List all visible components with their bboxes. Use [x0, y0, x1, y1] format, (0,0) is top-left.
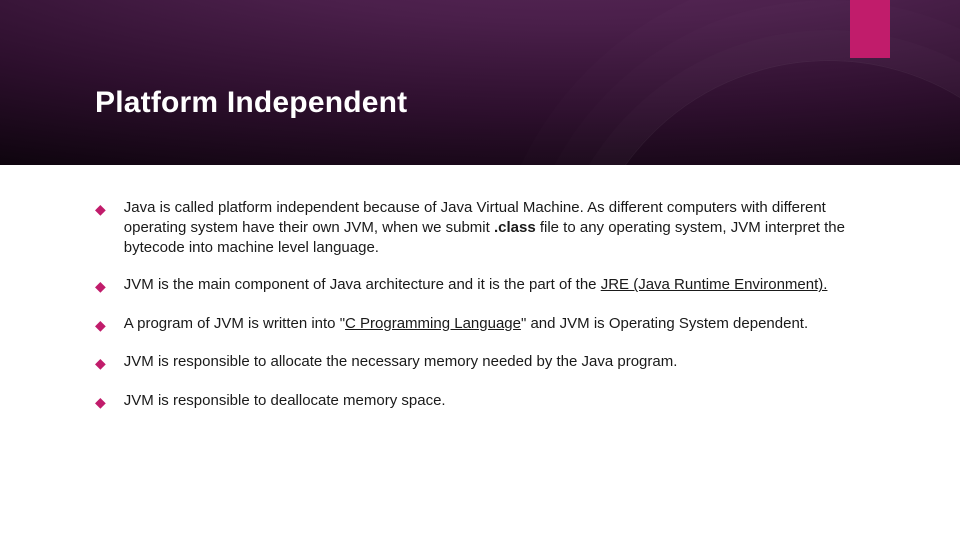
slide: Platform Independent ◆ Java is called pl…: [0, 0, 960, 540]
bullet-item: ◆ JVM is responsible to allocate the nec…: [95, 352, 880, 372]
header-band: [0, 0, 960, 165]
bullet-text: JVM is responsible to allocate the neces…: [124, 352, 880, 372]
bullet-item: ◆ Java is called platform independent be…: [95, 198, 880, 257]
diamond-icon: ◆: [95, 316, 106, 334]
diamond-icon: ◆: [95, 354, 106, 372]
bullet-item: ◆ JVM is responsible to deallocate memor…: [95, 391, 880, 411]
c-language-link[interactable]: C Programming Language: [345, 315, 521, 332]
bullet-item: ◆ A program of JVM is written into "C Pr…: [95, 314, 880, 334]
slide-title: Platform Independent: [95, 86, 407, 120]
content-area: ◆ Java is called platform independent be…: [95, 198, 880, 429]
bullet-text: Java is called platform independent beca…: [124, 198, 880, 257]
diamond-icon: ◆: [95, 393, 106, 411]
jre-link[interactable]: JRE (Java Runtime Environment).: [601, 276, 828, 293]
diamond-icon: ◆: [95, 277, 106, 295]
bullet-text: A program of JVM is written into "C Prog…: [124, 314, 880, 334]
class-file-text: .class: [494, 219, 536, 236]
accent-tab: [850, 0, 890, 58]
bullet-text: JVM is the main component of Java archit…: [124, 275, 880, 295]
bullet-item: ◆ JVM is the main component of Java arch…: [95, 275, 880, 295]
diamond-icon: ◆: [95, 200, 106, 218]
bullet-text: JVM is responsible to deallocate memory …: [124, 391, 880, 411]
